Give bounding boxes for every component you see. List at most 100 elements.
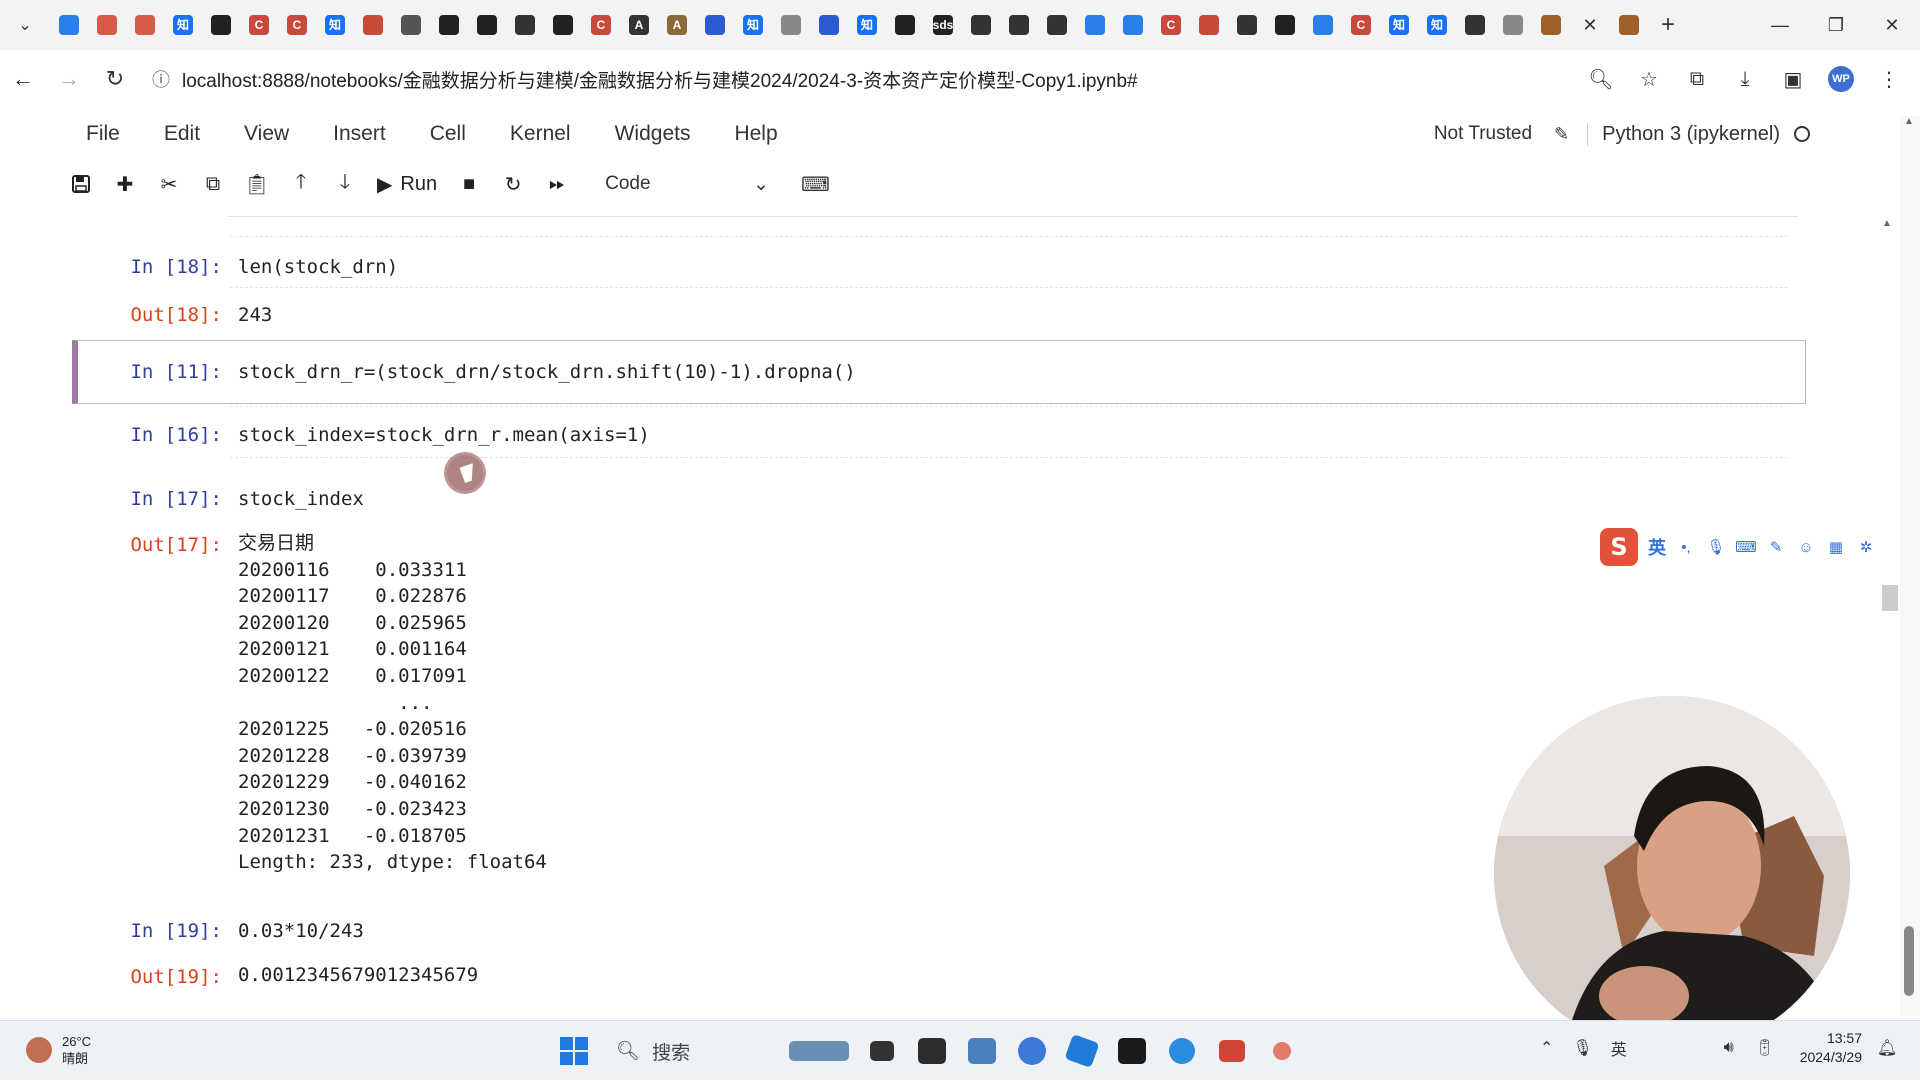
wps-icon[interactable] [1210,1029,1254,1073]
page-scrollbar[interactable]: ▲ [1900,116,1920,1016]
browser-tab[interactable]: C [240,0,278,50]
restore-button[interactable]: ❐ [1808,0,1864,50]
microphone-icon[interactable]: 🎙︎ [1572,1037,1594,1059]
stop-icon[interactable]: ■ [447,164,491,204]
clock[interactable]: 13:57 2024/3/29 [1800,1029,1862,1067]
browser-tab[interactable] [1266,0,1304,50]
browser-tab[interactable]: 知 [164,0,202,50]
cell-code[interactable]: len(stock_drn) [238,256,398,278]
zoom-icon[interactable]: 🔍︎ [1580,58,1622,100]
reload-button[interactable]: ↻ [92,56,138,102]
ime-language-toggle[interactable]: 英 [1648,534,1666,560]
chevron-up-icon[interactable]: ⌃ [1536,1037,1558,1059]
code-cell[interactable]: In [16]: stock_index=stock_drn_r.mean(ax… [72,406,1806,462]
menu-help[interactable]: Help [712,110,799,158]
browser-tab[interactable]: 知 [848,0,886,50]
terminal-app-icon[interactable] [910,1029,954,1073]
fast-forward-icon[interactable]: ⏩︎ [535,164,579,204]
settings-icon[interactable]: ✲ [1856,537,1876,557]
browser-tab[interactable] [1456,0,1494,50]
sidebar-icon[interactable]: ▣ [1772,58,1814,100]
browser-tab[interactable] [1494,0,1532,50]
browser-tab[interactable]: A [658,0,696,50]
console-icon[interactable] [1110,1029,1154,1073]
pencil-icon[interactable]: ✎ [1554,124,1569,145]
browser-tab[interactable]: A [620,0,658,50]
profile-button[interactable]: WP [1820,58,1862,100]
insert-cell-icon[interactable]: ✚ [103,164,147,204]
paste-icon[interactable]: 📋︎ [235,164,279,204]
back-button[interactable]: ← [0,56,46,102]
browser-tab[interactable] [772,0,810,50]
restart-icon[interactable]: ↻ [491,164,535,204]
bookmark-star-icon[interactable]: ☆ [1628,58,1670,100]
browser-tab[interactable] [1000,0,1038,50]
close-tab-icon[interactable]: ✕ [1570,0,1610,50]
browser-tab[interactable] [430,0,468,50]
scroll-thumb[interactable] [1904,926,1914,996]
ime-tray-icon[interactable]: 英 [1608,1037,1630,1059]
recorder-icon[interactable] [1260,1029,1304,1073]
browser-tab[interactable] [1114,0,1152,50]
cut-icon[interactable]: ✂ [147,164,191,204]
browser-tab[interactable] [1190,0,1228,50]
browser-tab[interactable] [810,0,848,50]
site-info-icon[interactable]: ⓘ [148,66,174,92]
cell-code[interactable]: 0.03*10/243 [238,920,364,942]
more-menu-icon[interactable]: ⋮ [1868,58,1910,100]
browser-tab[interactable]: 知 [316,0,354,50]
menu-cell[interactable]: Cell [408,110,488,158]
app-game-icon[interactable] [784,1029,854,1073]
url-field[interactable]: ⓘ localhost:8888/notebooks/金融数据分析与建模/金融数… [148,56,1138,102]
browser-tab[interactable] [696,0,734,50]
cell-code[interactable]: stock_index [238,488,364,510]
browser-tab[interactable]: C [582,0,620,50]
extensions-icon[interactable]: ⧉ [1676,58,1718,100]
browser-tab[interactable]: C [1342,0,1380,50]
microphone-icon[interactable]: 🎙︎ [1706,537,1726,557]
menu-widgets[interactable]: Widgets [593,110,713,158]
toolbox-icon[interactable]: ▦ [1826,537,1846,557]
tab-search-dropdown-icon[interactable]: ⌄ [0,0,50,50]
browser-tab[interactable] [126,0,164,50]
keyboard-icon[interactable]: ⌨ [801,172,830,197]
notebook-scroll-up-icon[interactable]: ▲ [1882,218,1892,229]
cell-input-area[interactable] [230,236,1788,288]
browser-tab[interactable]: C [1152,0,1190,50]
forward-button[interactable]: → [46,56,92,102]
browser-tab[interactable]: sds [924,0,962,50]
vscode-icon[interactable] [1160,1029,1204,1073]
browser-tab[interactable]: 知 [734,0,772,50]
move-up-icon[interactable]: 🡑 [279,164,323,204]
save-icon[interactable] [59,164,103,204]
copy-icon[interactable]: ⧉ [191,164,235,204]
browser-tab[interactable]: C [278,0,316,50]
browser-tab[interactable]: 知 [1380,0,1418,50]
browser-tab[interactable] [50,0,88,50]
browser-tab[interactable] [544,0,582,50]
scroll-up-icon[interactable]: ▲ [1904,116,1914,127]
file-explorer-icon[interactable] [860,1029,904,1073]
active-tab[interactable] [1610,0,1648,50]
browser-tab[interactable]: 知 [1418,0,1456,50]
pen-app-icon[interactable] [1060,1029,1104,1073]
browser-tab[interactable] [88,0,126,50]
cell-type-select[interactable]: Code ⌄ [597,167,777,201]
chat-icon[interactable]: ☺ [1796,537,1816,557]
browser-tab[interactable] [1038,0,1076,50]
browser-tab[interactable] [1076,0,1114,50]
minimize-button[interactable]: — [1752,0,1808,50]
volume-icon[interactable]: 🔊︎ [1718,1037,1740,1059]
move-down-icon[interactable]: 🡓 [323,164,367,204]
menu-kernel[interactable]: Kernel [488,110,593,158]
code-cell[interactable]: In [18]: len(stock_drn) Out[18]: 243 [72,236,1806,328]
folder-icon[interactable] [960,1029,1004,1073]
cell-code[interactable]: stock_drn_r=(stock_drn/stock_drn.shift(1… [238,361,856,383]
browser-tab[interactable] [1228,0,1266,50]
notebook-scroll-thumb[interactable] [1882,585,1898,611]
browser-tab[interactable] [886,0,924,50]
weather-widget[interactable]: 26°C 晴朗 [26,1033,91,1067]
skin-icon[interactable]: ✎ [1766,537,1786,557]
chrome-icon[interactable] [1010,1029,1054,1073]
notification-icon[interactable]: 🔔︎ [1876,1037,1898,1059]
